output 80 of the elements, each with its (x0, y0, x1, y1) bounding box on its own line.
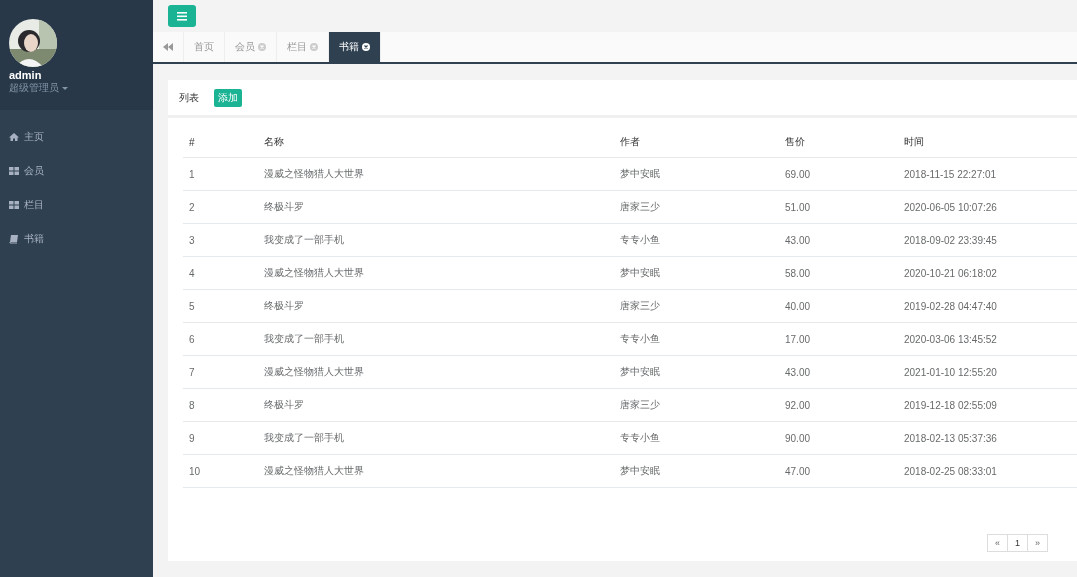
nav-item[interactable]: 会员 (0, 154, 153, 188)
table-cell-text: 漫威之怪物猎人大世界 (264, 464, 365, 478)
table-cell-text: 5 (189, 300, 196, 312)
table-cell-text: 2018-02-13 05:37:36 (904, 432, 998, 444)
table-cell-text: 2018-02-25 08:33:01 (904, 465, 998, 477)
table-cell-text: 2019-12-18 02:55:09 (904, 399, 998, 411)
table-cell-text: 终极斗罗 (264, 398, 305, 412)
table-cell-text: 4 (189, 267, 196, 279)
table-cell-text: 58.00 (785, 267, 812, 279)
tab[interactable]: 会员 (225, 32, 277, 62)
table-cell-text: 92.00 (785, 399, 812, 411)
table-cell-text: 2019-02-28 04:47:40 (904, 300, 998, 312)
column-header: 售价 (785, 135, 806, 149)
nav-item[interactable]: 主页 (0, 120, 153, 154)
user-name: admin (9, 69, 43, 81)
nav-item[interactable]: 栏目 (0, 188, 153, 222)
table-cell-text: 梦中安眠 (620, 266, 661, 280)
table-cell-text: 我变成了一部手机 (264, 233, 345, 247)
column-header: 时间 (904, 135, 925, 149)
table-cell-text: 唐家三少 (620, 299, 661, 313)
table-cell-text: 2 (189, 201, 196, 213)
table-cell-text: 17.00 (785, 333, 812, 345)
book-icon (9, 234, 19, 244)
table-cell-text: 10 (189, 465, 202, 477)
grid-icon (9, 200, 19, 210)
table-cell-text: 8 (189, 399, 196, 411)
page-button[interactable]: 1 (1006, 534, 1028, 552)
table-cell-text: 2020-10-21 06:18:02 (904, 267, 998, 279)
user-role-dropdown[interactable]: 超级管理员 (9, 81, 68, 95)
table-cell-text: 终极斗罗 (264, 200, 305, 214)
table-cell-text: 终极斗罗 (264, 299, 305, 313)
table-cell-text: 唐家三少 (620, 200, 661, 214)
column-header: # (189, 136, 196, 148)
table-cell-text: 2021-01-10 12:55:20 (904, 366, 998, 378)
table-cell-text: 2020-06-05 10:07:26 (904, 201, 998, 213)
tab[interactable]: 书籍 (329, 32, 381, 62)
table-cell-text: 漫威之怪物猎人大世界 (264, 365, 365, 379)
table-cell-text: 69.00 (785, 168, 812, 180)
table-cell-text: 6 (189, 333, 196, 345)
table-cell-text: 43.00 (785, 234, 812, 246)
table-cell-text: 漫威之怪物猎人大世界 (264, 167, 365, 181)
menu-button[interactable] (168, 5, 196, 27)
table-cell-text: 我变成了一部手机 (264, 431, 345, 445)
home-icon (9, 132, 19, 142)
table-cell-text: 51.00 (785, 201, 812, 213)
table-cell-text: 1 (189, 168, 196, 180)
table-cell-text: 漫威之怪物猎人大世界 (264, 266, 365, 280)
table-cell-text: 梦中安眠 (620, 464, 661, 478)
caret-icon (62, 86, 68, 90)
table-cell-text: 7 (189, 366, 196, 378)
table-cell-text: 2018-11-15 22:27:01 (904, 168, 998, 180)
close-icon (310, 43, 318, 51)
menu-icon (177, 11, 187, 21)
previous-page-button[interactable]: « (986, 534, 1008, 552)
close-icon (362, 43, 370, 51)
table-cell-text: 47.00 (785, 465, 812, 477)
table-cell-text: 2018-09-02 23:39:45 (904, 234, 998, 246)
table-cell-text: 专专小鱼 (620, 431, 661, 445)
table-cell-text: 我变成了一部手机 (264, 332, 345, 346)
table-cell-text: 梦中安眠 (620, 365, 661, 379)
table-cell-text: 专专小鱼 (620, 332, 661, 346)
grid-icon (9, 166, 19, 176)
table-cell-text: 9 (189, 432, 196, 444)
table-cell-text: 3 (189, 234, 196, 246)
tab[interactable]: 首页 (184, 32, 225, 62)
table-cell-text: 唐家三少 (620, 398, 661, 412)
nav-item[interactable]: 书籍 (0, 222, 153, 256)
next-page-button[interactable]: » (1027, 534, 1048, 552)
add-button[interactable]: 添加 (214, 88, 242, 107)
double-arrow-left-icon (163, 43, 173, 51)
table-cell-text: 专专小鱼 (620, 233, 661, 247)
column-header: 名称 (264, 135, 285, 149)
table-cell-text: 2020-03-06 13:45:52 (904, 333, 998, 345)
table-cell-text: 40.00 (785, 300, 812, 312)
close-icon (258, 43, 266, 51)
table-cell-text: 90.00 (785, 432, 812, 444)
table-cell-text: 梦中安眠 (620, 167, 661, 181)
panel-title: 列表 (179, 90, 199, 105)
table-cell-text: 43.00 (785, 366, 812, 378)
column-header: 作者 (620, 135, 641, 149)
